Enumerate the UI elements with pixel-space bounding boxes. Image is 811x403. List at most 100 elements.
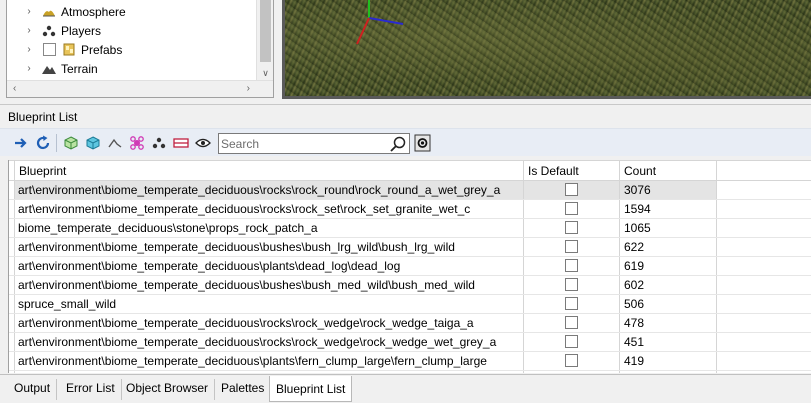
filter-static-button[interactable] [62, 133, 80, 153]
filter-particle-button[interactable] [128, 133, 146, 153]
chevron-right-icon[interactable]: › [23, 6, 35, 17]
cell-count: 1065 [620, 219, 717, 237]
cell-blueprint[interactable]: art\environment\biome_temperate_deciduou… [15, 352, 524, 370]
cell-count: 419 [620, 352, 717, 370]
table-row[interactable]: art\environment\biome_temperate_deciduou… [9, 181, 811, 200]
terrain-icon [41, 61, 57, 77]
tab-output[interactable]: Output [8, 379, 58, 400]
refresh-icon [36, 135, 50, 150]
cell-count: 478 [620, 314, 717, 332]
search-input[interactable] [221, 135, 385, 152]
table-row[interactable]: art\environment\biome_temperate_deciduou… [9, 333, 811, 352]
cell-is-default [524, 181, 620, 199]
tree-item-players[interactable]: › Players [7, 21, 101, 40]
bottom-tab-bar: Output Error List Object Browser Palette… [0, 374, 811, 403]
is-default-checkbox[interactable] [565, 202, 578, 215]
cell-blueprint[interactable]: spruce_small_wild [15, 295, 524, 313]
tree-item-label: Prefabs [81, 42, 123, 57]
filter-team-button[interactable] [150, 133, 168, 153]
chevron-down-icon[interactable]: ∨ [257, 68, 273, 79]
cell-is-default [524, 371, 620, 373]
chevron-right-icon[interactable]: › [23, 44, 35, 55]
is-default-checkbox[interactable] [565, 278, 578, 291]
search-icon[interactable] [389, 135, 407, 153]
arrow-right-icon [15, 138, 27, 148]
cell-is-default [524, 238, 620, 256]
table-row[interactable]: spruce_small_wild 506 [9, 295, 811, 314]
is-default-checkbox[interactable] [565, 316, 578, 329]
header-count[interactable]: Count [620, 161, 717, 181]
team-icon [152, 137, 166, 149]
scrollbar-thumb[interactable] [260, 0, 271, 62]
scene-tree[interactable]: › Atmosphere › Players › Prefabs › Terra… [6, 0, 274, 98]
panel-title: Blueprint List [8, 110, 78, 124]
header-is-default[interactable]: Is Default [524, 161, 620, 181]
cell-blueprint[interactable]: art\environment\biome_temperate_deciduou… [15, 238, 524, 256]
is-default-checkbox[interactable] [565, 183, 578, 196]
table-row[interactable] [9, 371, 811, 373]
cell-blueprint[interactable] [15, 371, 524, 373]
table-row[interactable]: art\environment\biome_temperate_deciduou… [9, 352, 811, 371]
tab-object-browser[interactable]: Object Browser [120, 379, 216, 400]
chevron-right-icon[interactable]: › [247, 83, 250, 94]
is-default-checkbox[interactable] [565, 259, 578, 272]
cell-is-default [524, 314, 620, 332]
table-row[interactable]: art\environment\biome_temperate_deciduou… [9, 314, 811, 333]
table-row[interactable]: art\environment\biome_temperate_deciduou… [9, 200, 811, 219]
filter-terrain-button[interactable] [106, 133, 124, 153]
cell-blueprint[interactable]: art\environment\biome_temperate_deciduou… [15, 333, 524, 351]
cell-is-default [524, 200, 620, 218]
cell-blueprint[interactable]: art\environment\biome_temperate_deciduou… [15, 200, 524, 218]
is-default-checkbox[interactable] [565, 335, 578, 348]
filter-trigger-button[interactable] [172, 133, 190, 153]
search-box[interactable] [218, 133, 410, 154]
cell-blueprint[interactable]: art\environment\biome_temperate_deciduou… [15, 257, 524, 275]
table-row[interactable]: art\environment\biome_temperate_deciduou… [9, 257, 811, 276]
particle-icon [130, 136, 144, 150]
cell-count [620, 371, 717, 373]
tree-item-terrain[interactable]: › Terrain [7, 59, 97, 78]
cell-count: 506 [620, 295, 717, 313]
prefabs-visibility-checkbox[interactable] [43, 43, 56, 56]
filter-entity-button[interactable] [84, 133, 102, 153]
chevron-right-icon[interactable]: › [23, 25, 35, 36]
cell-blueprint[interactable]: art\environment\biome_temperate_deciduou… [15, 314, 524, 332]
filter-visibility-button[interactable] [194, 133, 212, 153]
cell-count: 451 [620, 333, 717, 351]
table-row[interactable]: art\environment\biome_temperate_deciduou… [9, 238, 811, 257]
is-default-checkbox[interactable] [565, 297, 578, 310]
cell-blueprint[interactable]: art\environment\biome_temperate_deciduou… [15, 276, 524, 294]
transform-gizmo-icon[interactable] [343, 0, 413, 50]
is-default-checkbox[interactable] [565, 240, 578, 253]
tab-palettes[interactable]: Palettes [215, 379, 272, 400]
blueprint-toolbar [0, 128, 811, 156]
header-blueprint[interactable]: Blueprint [15, 161, 524, 181]
tree-item-prefabs[interactable]: › Prefabs [7, 40, 122, 59]
cell-blueprint[interactable]: art\environment\biome_temperate_deciduou… [15, 181, 524, 199]
refresh-button[interactable] [34, 133, 52, 153]
cell-count: 1594 [620, 200, 717, 218]
cell-count: 3076 [620, 181, 717, 199]
cell-is-default [524, 333, 620, 351]
trigger-icon [173, 138, 189, 148]
chevron-right-icon[interactable]: › [23, 63, 35, 74]
is-default-checkbox[interactable] [565, 221, 578, 234]
tab-blueprint-list[interactable]: Blueprint List [269, 376, 353, 402]
table-row[interactable]: art\environment\biome_temperate_deciduou… [9, 276, 811, 295]
tab-error-list[interactable]: Error List [60, 379, 122, 400]
cell-is-default [524, 352, 620, 370]
is-default-checkbox[interactable] [565, 354, 578, 367]
cell-is-default [524, 219, 620, 237]
table-row[interactable]: biome_temperate_deciduous\stone\props_ro… [9, 219, 811, 238]
chevron-left-icon[interactable]: ‹ [13, 83, 16, 94]
search-options-button[interactable] [414, 134, 431, 152]
scene-viewport[interactable] [285, 0, 811, 96]
blueprint-grid[interactable]: Blueprint Is Default Count art\environme… [8, 160, 811, 373]
tree-item-atmosphere[interactable]: › Atmosphere [7, 2, 125, 21]
cell-is-default [524, 295, 620, 313]
tree-vertical-scrollbar[interactable]: ∨ [256, 0, 273, 81]
grid-header: Blueprint Is Default Count [9, 160, 811, 181]
tree-horizontal-scrollbar[interactable]: ‹ › [7, 80, 273, 97]
add-arrow-button[interactable] [12, 133, 30, 153]
cell-blueprint[interactable]: biome_temperate_deciduous\stone\props_ro… [15, 219, 524, 237]
